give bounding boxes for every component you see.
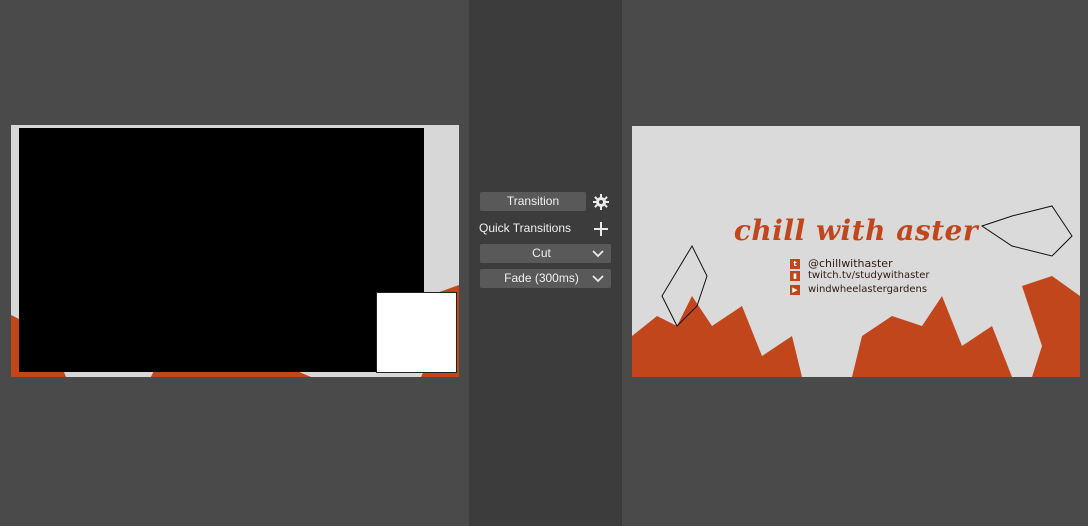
cut-transition-select[interactable]: Cut bbox=[480, 244, 611, 263]
transition-button-label: Transition bbox=[506, 194, 560, 208]
chevron-down-icon bbox=[592, 275, 604, 283]
youtube-icon: ▶ bbox=[790, 284, 800, 295]
program-pane: chill with aster t @chillwithaster ▮ twi… bbox=[622, 0, 1088, 526]
social-text: twitch.tv/studywithaster bbox=[808, 270, 930, 281]
transition-controls: Transition Quick Transitions Cut Fade (3… bbox=[469, 0, 622, 526]
leaf-artwork bbox=[632, 205, 1080, 377]
transition-button[interactable]: Transition bbox=[480, 192, 586, 211]
social-text: @chillwithaster bbox=[808, 257, 893, 270]
overlay-title: chill with aster bbox=[733, 214, 979, 247]
webcam-placeholder bbox=[376, 292, 457, 373]
fade-select-label: Fade (300ms) bbox=[504, 271, 579, 285]
twitch-icon: ▮ bbox=[790, 270, 800, 281]
black-video-area bbox=[19, 128, 424, 372]
social-twitter: t @chillwithaster bbox=[790, 257, 893, 270]
gear-icon[interactable] bbox=[591, 192, 611, 212]
plus-icon[interactable] bbox=[591, 219, 611, 239]
social-twitch: ▮ twitch.tv/studywithaster bbox=[790, 270, 930, 281]
preview-canvas[interactable] bbox=[11, 125, 459, 377]
social-text: windwheelastergardens bbox=[808, 284, 928, 295]
program-canvas[interactable]: chill with aster t @chillwithaster ▮ twi… bbox=[632, 126, 1080, 377]
cut-select-label: Cut bbox=[532, 246, 551, 260]
chevron-down-icon bbox=[592, 250, 604, 258]
twitter-icon: t bbox=[790, 258, 800, 269]
fade-transition-select[interactable]: Fade (300ms) bbox=[480, 269, 611, 288]
social-youtube: ▶ windwheelastergardens bbox=[790, 284, 927, 295]
quick-transitions-label: Quick Transitions bbox=[479, 221, 572, 235]
preview-pane bbox=[0, 0, 469, 526]
